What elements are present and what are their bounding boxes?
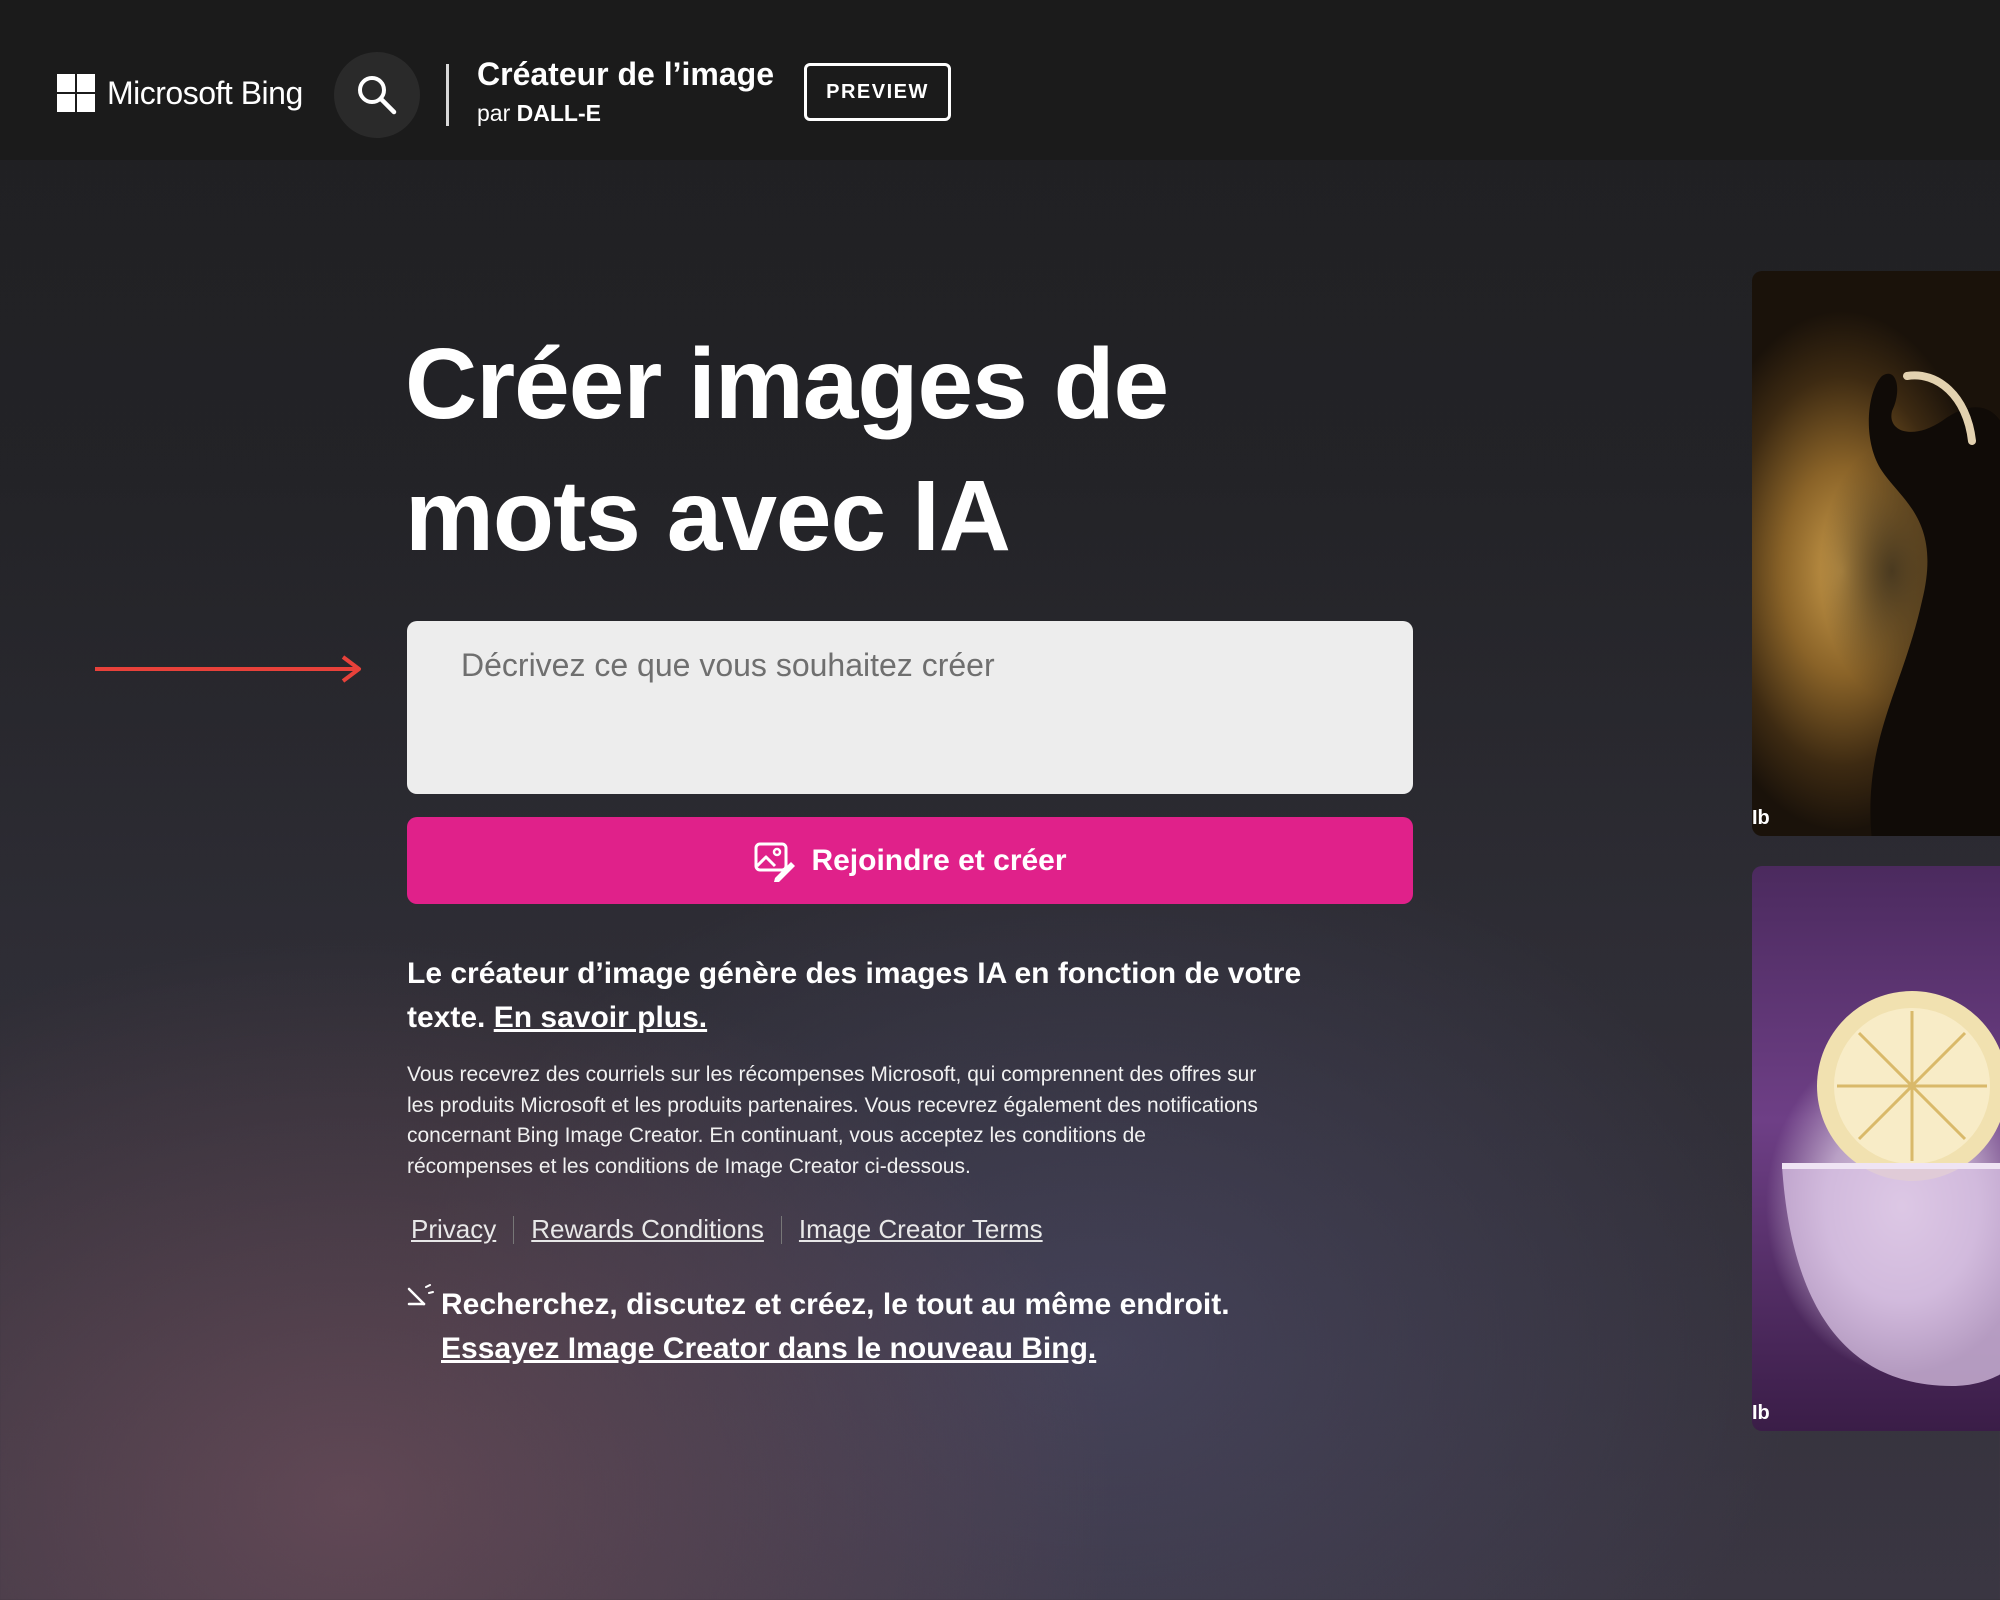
try-new-bing: Recherchez, discutez et créez, le tout a… xyxy=(441,1283,1341,1371)
rewards-conditions-link[interactable]: Rewards Conditions xyxy=(528,1214,767,1245)
rewards-legal-text: Vous recevrez des courriels sur les réco… xyxy=(407,1063,1258,1178)
product-engine: DALL-E xyxy=(516,100,601,126)
link-separator xyxy=(780,1215,782,1244)
try-new-bing-link[interactable]: Essayez Image Creator dans le nouveau Bi… xyxy=(441,1332,1096,1365)
microsoft-logo-icon xyxy=(57,74,95,112)
red-arrow-annotation xyxy=(95,655,361,683)
new-bing-icon xyxy=(407,1284,434,1306)
join-and-create-button[interactable]: Rejoindre et créer xyxy=(407,817,1413,904)
elephant-silhouette xyxy=(1868,371,2000,836)
legal-links: Privacy Rewards Conditions Image Creator… xyxy=(408,1214,1046,1245)
hero-title: Créer images de mots avec IA xyxy=(405,328,1169,572)
lemon-cocktail-image[interactable]: Ib xyxy=(1752,866,2000,1431)
top-header: Microsoft Bing Créateur de l’image par D… xyxy=(0,0,2000,160)
elephant-portrait-image[interactable]: Ib xyxy=(1752,271,2000,836)
header-divider xyxy=(446,64,449,126)
link-separator xyxy=(513,1215,515,1244)
cocktail-illustration xyxy=(1782,991,2000,1386)
image-create-icon xyxy=(754,842,796,882)
brand-link[interactable]: Microsoft Bing xyxy=(57,72,303,114)
product-subtitle: par DALL-E xyxy=(477,100,601,127)
search-button[interactable] xyxy=(334,52,420,138)
preview-badge: PREVIEW xyxy=(804,63,951,121)
image-creator-terms-link[interactable]: Image Creator Terms xyxy=(796,1214,1046,1245)
bing-watermark: Ib xyxy=(1752,1402,1770,1424)
bing-watermark: Ib xyxy=(1752,807,1770,829)
creator-description: Le créateur d’image génère des images IA… xyxy=(407,952,1347,1040)
product-title[interactable]: Créateur de l’image xyxy=(477,56,774,93)
search-icon xyxy=(358,76,397,115)
learn-more-link[interactable]: En savoir plus. xyxy=(494,1001,707,1034)
product-by: par xyxy=(477,100,517,126)
try-new-bing-text: Recherchez, discutez et créez, le tout a… xyxy=(441,1288,1230,1321)
brand-name: Microsoft Bing xyxy=(107,74,303,111)
prompt-input[interactable] xyxy=(407,621,1413,794)
privacy-link[interactable]: Privacy xyxy=(408,1214,499,1245)
join-and-create-label: Rejoindre et créer xyxy=(811,843,1067,877)
